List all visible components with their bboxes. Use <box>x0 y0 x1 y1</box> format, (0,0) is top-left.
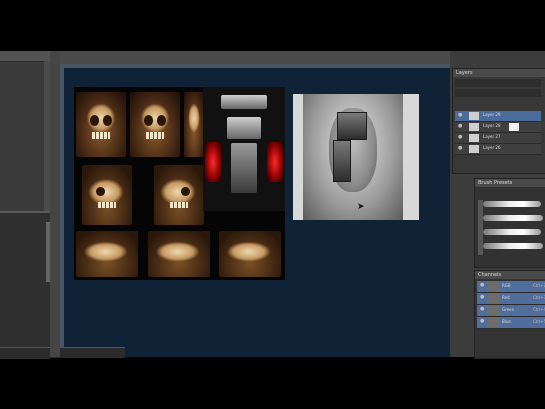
skull-photo <box>219 231 281 277</box>
brush-stroke-preview[interactable] <box>483 243 543 249</box>
skull-photo <box>184 92 204 157</box>
layer-thumbnail <box>469 145 479 153</box>
channel-thumbnail <box>487 318 499 327</box>
robot-red-light <box>205 142 221 182</box>
eye-icon[interactable]: ● <box>458 135 463 140</box>
skull-photo <box>82 165 132 225</box>
channel-shortcut: Ctrl+3 <box>533 295 545 300</box>
layer-name: Layer 27 <box>483 134 501 139</box>
brush-presets-tab[interactable]: Brush Presets <box>475 179 545 187</box>
eye-icon[interactable]: ● <box>480 283 485 288</box>
tools-strip <box>50 51 60 357</box>
left-panel-row[interactable] <box>2 247 42 253</box>
channel-shortcut: Ctrl+5 <box>533 319 545 324</box>
channel-shortcut: Ctrl+2 <box>533 283 545 288</box>
robot-plate <box>221 95 267 109</box>
skull-photo <box>76 92 126 157</box>
skull-photo <box>76 231 138 277</box>
mech-overlay <box>337 112 367 140</box>
skull-photo <box>154 165 204 225</box>
skull-photo <box>130 92 180 157</box>
eye-icon[interactable]: ● <box>458 146 463 151</box>
left-panel-row[interactable] <box>2 237 42 243</box>
robot-plate <box>227 117 261 139</box>
left-panel-row[interactable] <box>2 299 42 305</box>
channel-name: Green <box>502 307 515 312</box>
robot-red-light <box>267 142 283 182</box>
brush-stroke-preview[interactable] <box>483 215 543 221</box>
layer-row[interactable]: ● Layer 27 <box>455 133 541 144</box>
layer-name: Layer 28 <box>483 123 501 128</box>
status-bar <box>0 347 125 358</box>
channel-row[interactable]: ● Blue Ctrl+5 <box>477 317 545 329</box>
layer-row[interactable]: ● Layer 29 <box>455 111 541 122</box>
eye-icon[interactable]: ● <box>458 113 463 118</box>
eye-icon[interactable]: ● <box>458 124 463 129</box>
layer-row[interactable]: ● Layer 28 <box>455 122 541 133</box>
mech-overlay <box>333 140 351 182</box>
layer-thumbnail <box>469 123 479 131</box>
video-letterbox-bottom <box>0 357 545 409</box>
left-panel-header[interactable] <box>0 51 50 62</box>
left-panel-row[interactable] <box>2 309 42 315</box>
channel-row[interactable]: ● Green Ctrl+4 <box>477 305 545 317</box>
eye-icon[interactable]: ● <box>480 319 485 324</box>
skull-photo <box>148 231 210 277</box>
eye-icon[interactable]: ● <box>480 307 485 312</box>
blend-mode-bar[interactable] <box>455 89 541 97</box>
brush-presets-panel: Brush Presets <box>474 178 545 268</box>
cursor-icon: ➤ <box>357 202 365 212</box>
channel-row[interactable]: ● Red Ctrl+3 <box>477 293 545 305</box>
video-letterbox-top <box>0 0 545 51</box>
channel-shortcut: Ctrl+4 <box>533 307 545 312</box>
channels-tab[interactable]: Channels <box>475 271 545 279</box>
layer-thumbnail <box>469 134 479 142</box>
brush-panel-scrollbar[interactable] <box>478 200 483 255</box>
layers-panel: Layers ● Layer 29 ● Layer 28 ● Layer 27 … <box>452 68 545 174</box>
portrait-photo[interactable] <box>293 94 419 220</box>
channel-thumbnail <box>487 294 499 303</box>
channel-thumbnail <box>487 306 499 315</box>
channel-name: Red <box>502 295 510 300</box>
channels-panel: Channels ● RGB Ctrl+2 ● Red Ctrl+3 ● Gre… <box>474 270 545 359</box>
channel-name: RGB <box>502 283 511 288</box>
layer-name: Layer 26 <box>483 145 501 150</box>
robot-face-image[interactable] <box>203 87 285 211</box>
layer-mask-thumbnail <box>509 123 519 131</box>
layers-tab[interactable]: Layers <box>453 69 545 77</box>
eye-icon[interactable]: ● <box>480 295 485 300</box>
left-panel-row[interactable] <box>2 331 42 337</box>
channel-row[interactable]: ● RGB Ctrl+2 <box>477 281 545 293</box>
brush-stroke-preview[interactable] <box>483 201 541 207</box>
channel-name: Blue <box>502 319 511 324</box>
channel-thumbnail <box>487 282 499 291</box>
robot-plate <box>231 143 257 193</box>
left-lower-panel <box>0 211 50 359</box>
layers-filter-bar[interactable] <box>455 79 541 87</box>
brush-stroke-preview[interactable] <box>483 229 541 235</box>
left-panel-row[interactable] <box>2 227 42 233</box>
layer-thumbnail <box>469 112 479 120</box>
layer-name: Layer 29 <box>483 112 501 117</box>
layer-row[interactable]: ● Layer 26 <box>455 144 541 155</box>
